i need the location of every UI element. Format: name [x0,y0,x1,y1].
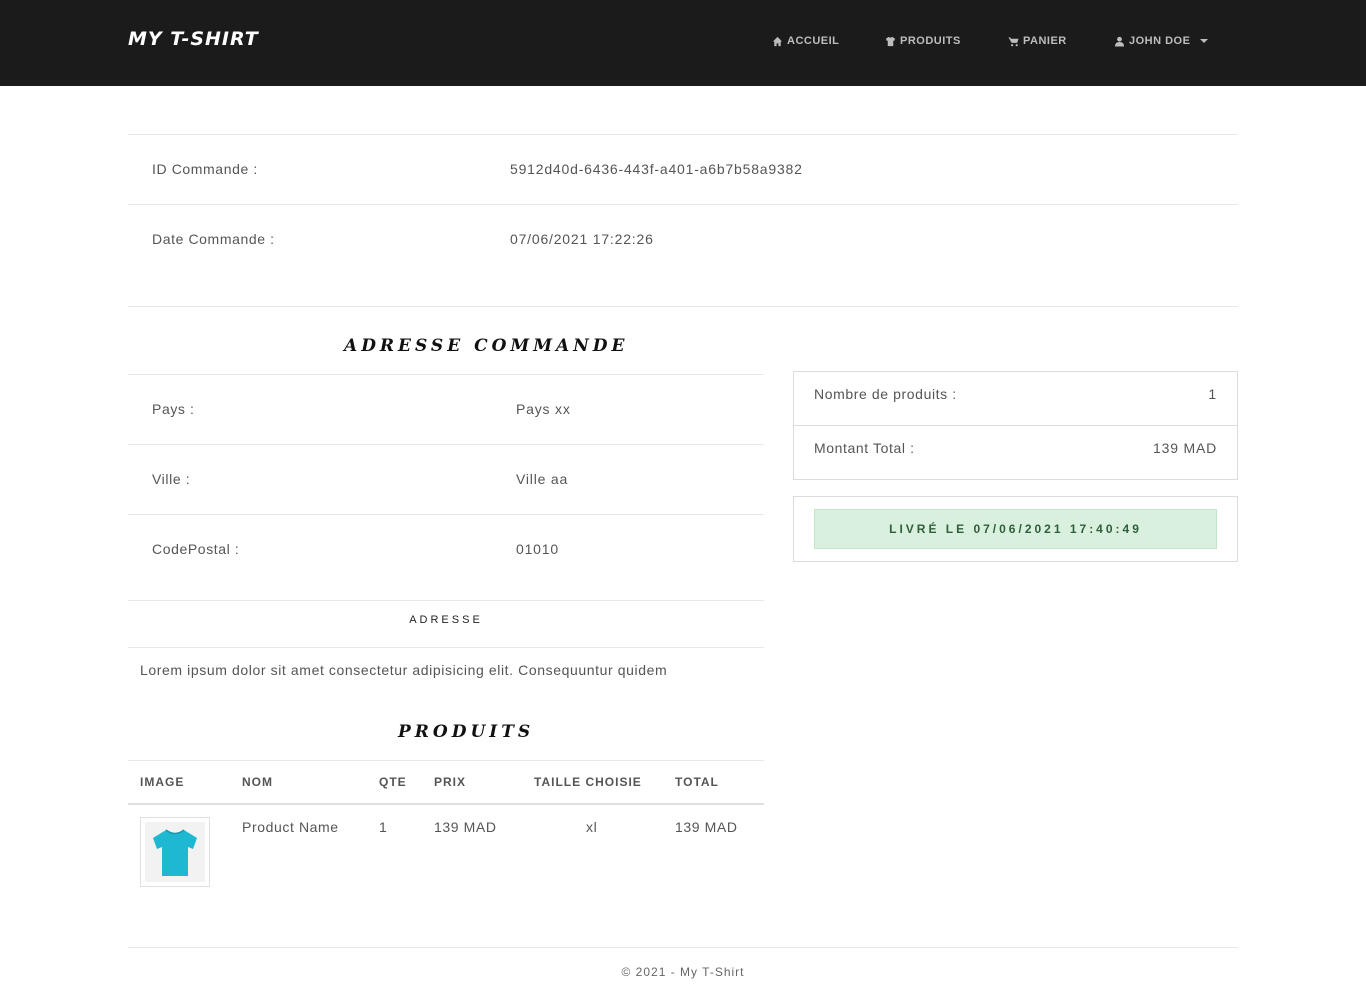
ville-value: Ville aa [516,471,569,487]
order-date-value: 07/06/2021 17:22:26 [510,231,654,247]
order-date-label: Date Commande : [152,231,275,247]
divider [128,134,1238,135]
brand-logo[interactable]: MY T-SHIRT [128,28,259,50]
divider [128,204,1238,205]
th-prix: PRIX [434,775,467,789]
nb-produits-label: Nombre de produits : [814,386,957,402]
codepostal-value: 01010 [516,541,559,557]
montant-total-value: 139 MAD [1153,440,1217,456]
nav-panier[interactable]: PANIER [1008,35,1067,47]
product-qty: 1 [379,819,388,835]
adresse-text: Lorem ipsum dolor sit amet consectetur a… [140,662,668,678]
th-nom: NOM [242,775,273,789]
th-taille: TAILLE CHOISIE [534,775,642,789]
nb-produits-value: 1 [1208,386,1217,402]
nav-user-label: JOHN DOE [1129,35,1191,47]
adresse-heading: ADRESSE [409,614,483,626]
pays-value: Pays xx [516,401,571,417]
divider [794,425,1237,426]
nav-accueil-label: ACCUEIL [787,35,840,47]
divider [128,600,764,601]
nav-panier-label: PANIER [1023,35,1067,47]
footer-copyright: © 2021 - My T-Shirt [621,965,745,979]
divider [128,760,764,761]
product-name: Product Name [242,819,339,835]
product-price: 139 MAD [434,819,497,835]
products-title: PRODUITS [398,722,535,742]
cart-icon [1008,36,1019,46]
table-header-divider [128,803,764,805]
user-icon [1114,36,1125,47]
th-qte: QTE [379,775,407,789]
address-title: ADRESSE COMMANDE [344,336,629,356]
pays-label: Pays : [152,401,195,417]
nav-user-dropdown[interactable]: JOHN DOE [1114,35,1209,47]
nav-produits[interactable]: PRODUITS [885,35,961,47]
navbar: MY T-SHIRT ACCUEIL PRODUITS PANIER JOHN … [0,0,1366,86]
divider [128,514,764,515]
product-size: xl [586,819,598,835]
order-id-label: ID Commande : [152,161,258,177]
divider [128,444,764,445]
product-image[interactable] [140,817,210,887]
montant-total-label: Montant Total : [814,440,915,456]
nav-accueil[interactable]: ACCUEIL [772,35,839,47]
divider [128,306,1238,307]
th-image: IMAGE [140,775,185,789]
ville-label: Ville : [152,471,191,487]
nav-produits-label: PRODUITS [900,35,961,47]
home-icon [772,36,783,46]
codepostal-label: CodePostal : [152,541,240,557]
divider [128,947,1238,948]
divider [128,374,764,375]
order-id-value: 5912d40d-6436-443f-a401-a6b7b58a9382 [510,161,803,177]
status-badge: LIVRÉ LE 07/06/2021 17:40:49 [814,509,1217,549]
tshirt-icon [885,36,896,46]
chevron-down-icon [1200,39,1209,43]
product-total: 139 MAD [675,819,738,835]
th-total: TOTAL [675,775,719,789]
divider [128,647,764,648]
tshirt-image [145,822,205,882]
